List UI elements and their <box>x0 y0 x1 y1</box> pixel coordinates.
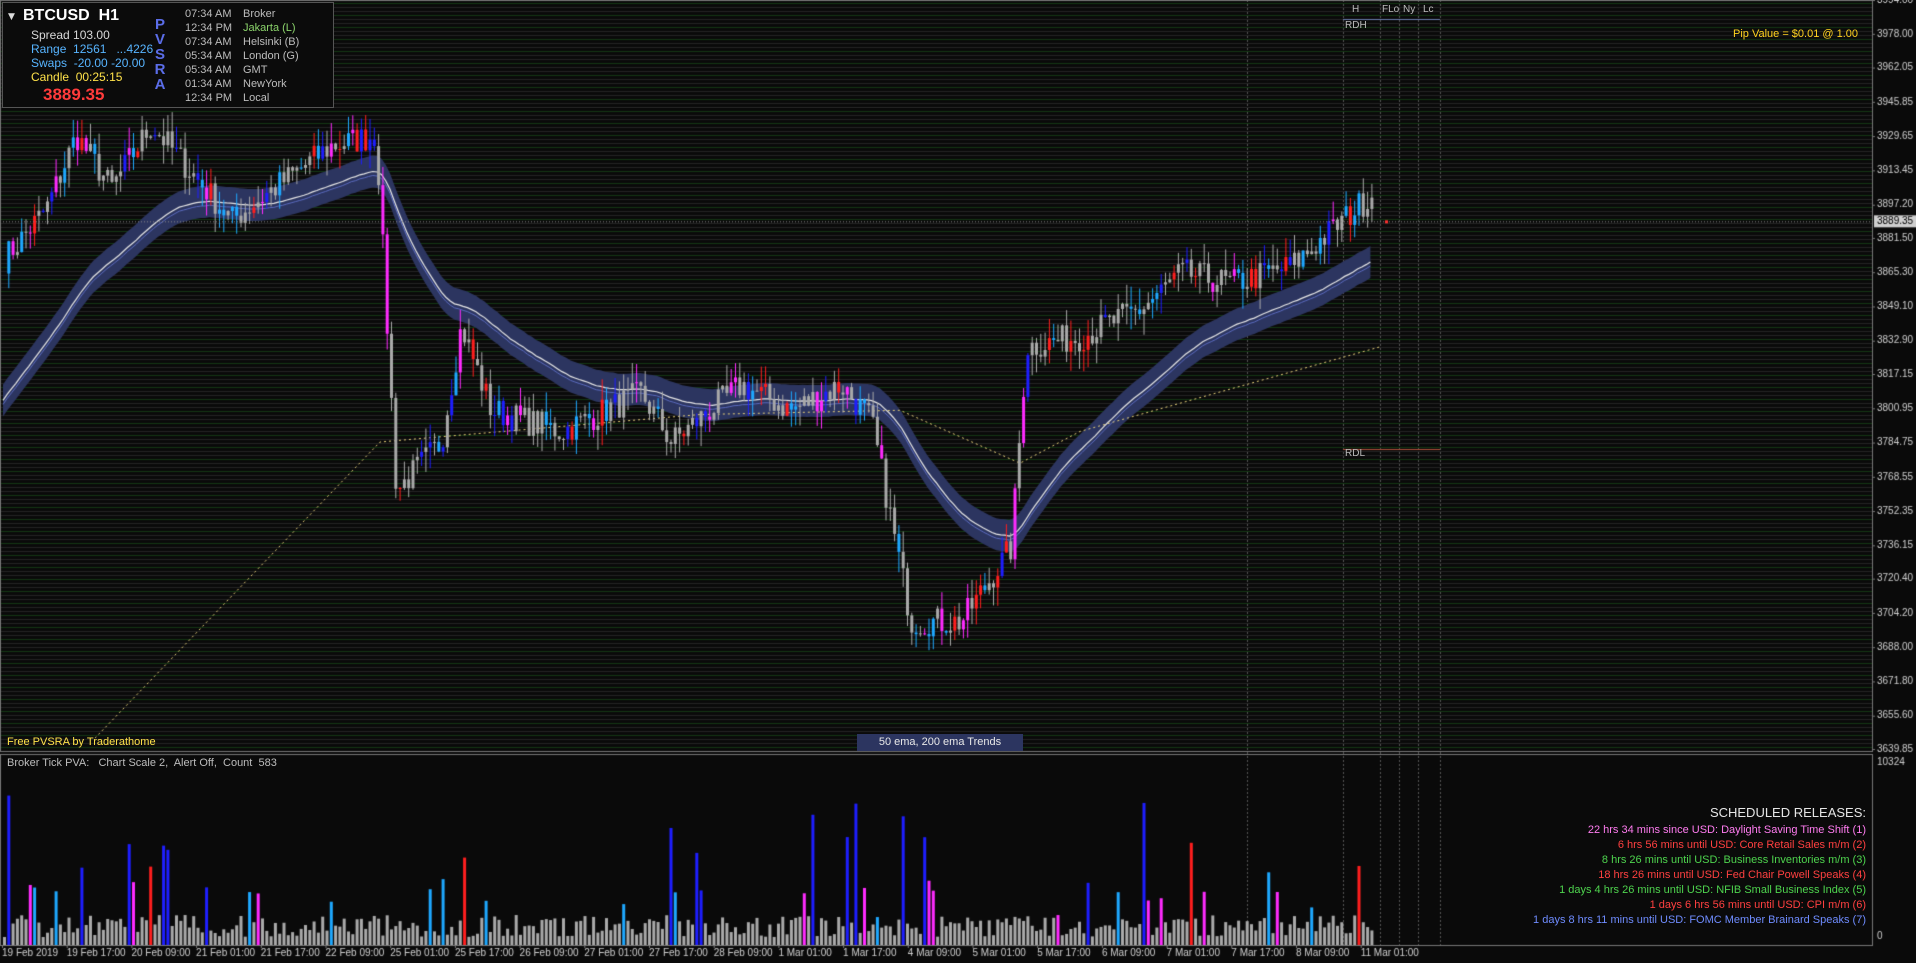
timezone-row: 07:34 AM Helsinki (B) <box>185 36 300 48</box>
session-header-lc: Lc <box>1423 4 1434 15</box>
scheduled-item: 8 hrs 26 mins until USD: Business Invent… <box>1601 854 1866 866</box>
session-header-h: H <box>1352 4 1360 15</box>
rdl-label: RDL <box>1345 448 1366 459</box>
timezone-row: 12:34 PM Jakarta (L) <box>185 22 296 34</box>
rdh-label: RDH <box>1345 20 1367 31</box>
pvsra-brand: PVSRA <box>154 16 166 93</box>
collapse-arrow-icon[interactable]: ▼ <box>8 12 15 22</box>
symbol-title: BTCUSD H1 <box>23 7 120 24</box>
pip-value: Pip Value = $0.01 @ 1.00 <box>1733 28 1859 40</box>
scheduled-item: 1 days 8 hrs 11 mins until USD: FOMC Mem… <box>1533 914 1866 926</box>
candle-row: Candle 00:25:15 <box>31 70 123 84</box>
scheduled-item: 6 hrs 56 mins until USD: Core Retail Sal… <box>1617 839 1866 851</box>
scheduled-title: SCHEDULED RELEASES: <box>1709 805 1866 820</box>
timezone-row: 12:34 PM Local <box>185 92 270 104</box>
scheduled-item: 22 hrs 34 mins since USD: Daylight Savin… <box>1587 824 1866 836</box>
timezone-row: 01:34 AM NewYork <box>185 78 287 90</box>
timezone-row: 05:34 AM GMT <box>185 64 268 76</box>
ema-trends-label: 50 ema, 200 ema Trends <box>857 734 1023 751</box>
session-header-ny: Ny <box>1403 4 1416 15</box>
scheduled-item: 18 hrs 26 mins until USD: Fed Chair Powe… <box>1598 869 1866 881</box>
swaps-row: Swaps -20.00 -20.00 <box>31 56 146 70</box>
scheduled-item: 1 days 6 hrs 56 mins until USD: CPI m/m … <box>1649 899 1866 911</box>
footer-credit: Free PVSRA by Traderathome <box>7 736 156 748</box>
range-row: Range 12561 ...4226 <box>31 42 154 56</box>
current-price: 3889.35 <box>43 85 105 104</box>
timezone-row: 05:34 AM London (G) <box>185 50 299 62</box>
indicator-title: Broker Tick PVA: Chart Scale 2, Alert Of… <box>7 757 277 769</box>
scheduled-releases: SCHEDULED RELEASES: 22 hrs 34 mins since… <box>1533 805 1866 928</box>
scheduled-item: 1 days 4 hrs 26 mins until USD: NFIB Sma… <box>1559 884 1866 896</box>
session-header-flo: FLo <box>1382 4 1400 15</box>
spread-row: Spread 103.00 <box>31 28 110 42</box>
info-panel: ▼ BTCUSD H1 Spread 103.00 Range 12561 ..… <box>2 2 334 108</box>
timezone-row: 07:34 AM Broker <box>185 8 276 20</box>
